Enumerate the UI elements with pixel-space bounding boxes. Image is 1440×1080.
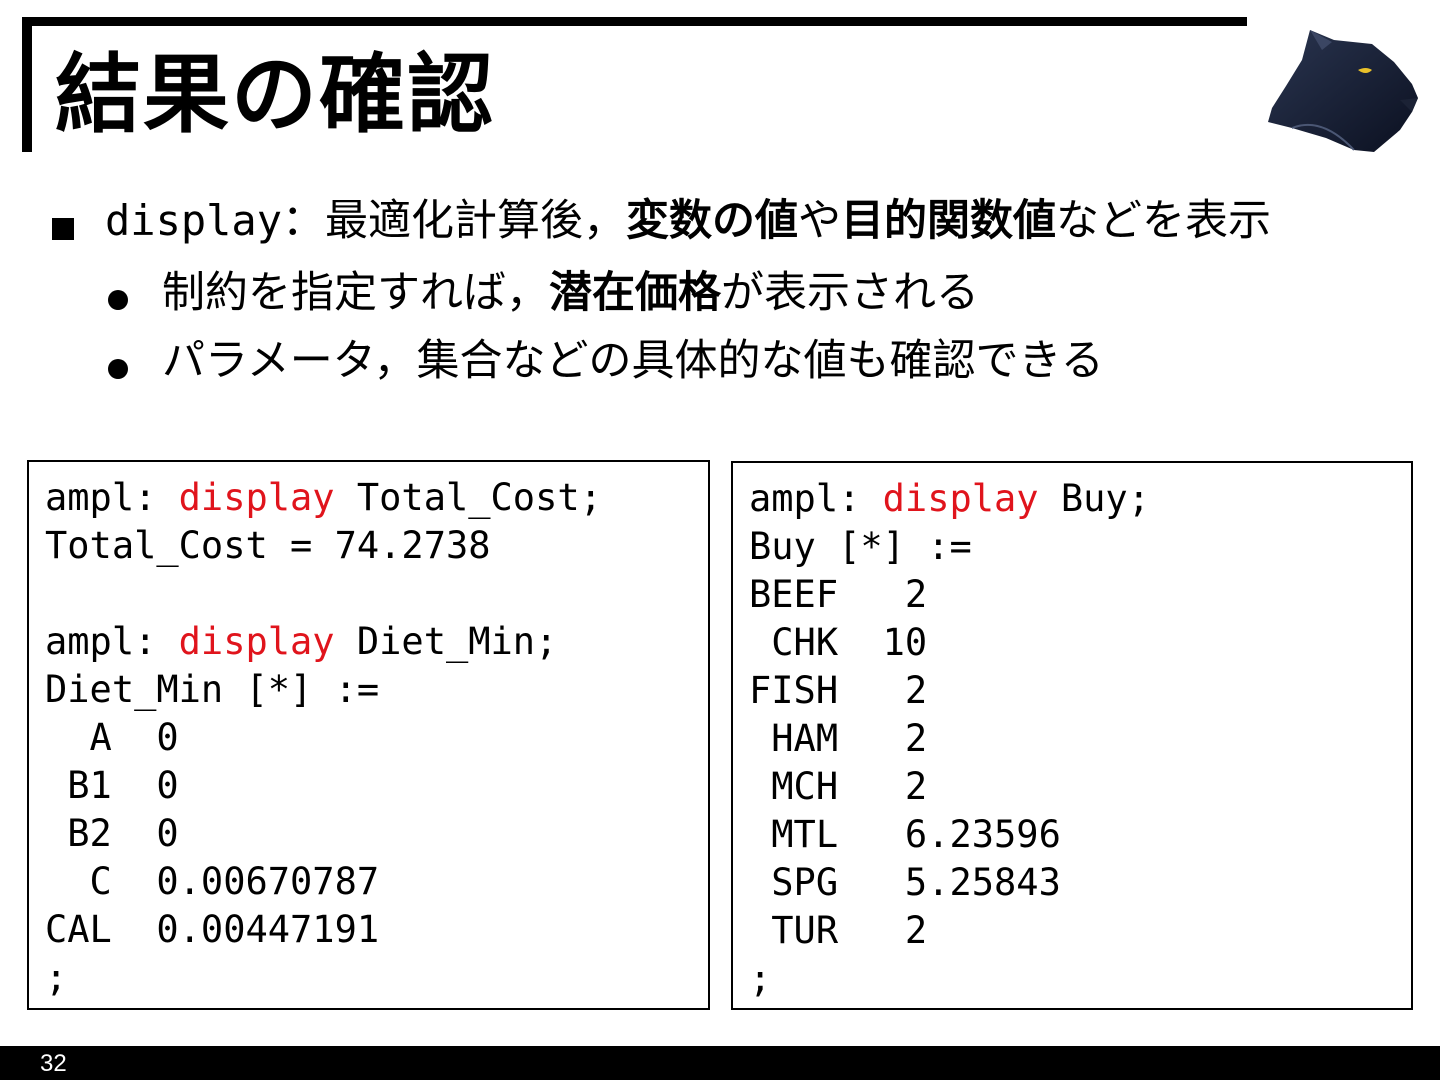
code-box-right: ampl: display Buy; Buy [*] := BEEF 2 CHK 1…: [731, 461, 1413, 1010]
code-line: A 0: [45, 716, 179, 759]
code-line: ampl: display Diet_Min;: [45, 618, 708, 666]
code-prompt: ampl:: [45, 620, 179, 663]
bullet1-text-c: などを表示: [1056, 196, 1272, 246]
code-keyword: display: [178, 476, 335, 519]
bullet-dot-marker: [108, 359, 128, 379]
panther-head-icon: [1268, 30, 1418, 152]
sub-bullet-parameters: パラメータ，集合などの具体的な値も確認できる: [162, 336, 1104, 388]
bullet1-text-a: 最適化計算後，: [325, 196, 627, 246]
code-line: MCH 2: [749, 765, 928, 808]
code-line: SPG 5.25843: [749, 861, 1061, 904]
code-line: Diet_Min [*] :=: [45, 668, 380, 711]
sub-bullet-shadow-price: 制約を指定すれば，潜在価格が表示される: [162, 268, 979, 320]
bullet1-sep: ：: [282, 196, 326, 246]
code-line: BEEF 2: [749, 573, 928, 616]
title-frame-top: [22, 17, 1247, 26]
code-prompt: ampl:: [749, 477, 883, 520]
bullet1-text-b: や: [798, 196, 842, 246]
code-text: Diet_Min;: [334, 620, 558, 663]
code-prompt: ampl:: [45, 476, 179, 519]
bullet-dot-marker: [108, 290, 128, 310]
code-keyword: display: [178, 620, 335, 663]
code-text: Total_Cost;: [334, 476, 602, 519]
code-line: B2 0: [45, 812, 179, 855]
code-text: Buy;: [1038, 477, 1150, 520]
code-line: ampl: display Buy;: [749, 475, 1411, 523]
bullet-square-marker: [52, 218, 74, 240]
code-display: display: [105, 196, 283, 245]
code-line: TUR 2: [749, 909, 928, 952]
page-title: 結果の確認: [55, 45, 495, 145]
bullet1-bold-a: 変数の値: [626, 196, 799, 246]
code-box-left: ampl: display Total_Cost; Total_Cost = 74…: [27, 460, 710, 1010]
footer-bar: [0, 1046, 1440, 1080]
code-line: ampl: display Total_Cost;: [45, 474, 708, 522]
code-line: ;: [749, 957, 772, 1000]
bullet2-bold: 潜在価格: [549, 268, 721, 318]
bullet-display-description: display：最適化計算後，変数の値や目的関数値などを表示: [105, 196, 1271, 248]
code-keyword: display: [882, 477, 1039, 520]
code-line: FISH 2: [749, 669, 928, 712]
bullet2-text-b: が表示される: [721, 268, 979, 318]
code-line: CAL 0.00447191: [45, 908, 380, 951]
title-frame-left: [22, 17, 32, 152]
bullet2-text-a: 制約を指定すれば，: [162, 268, 549, 318]
code-line: Total_Cost = 74.2738: [45, 524, 491, 567]
code-line: MTL 6.23596: [749, 813, 1061, 856]
code-line: HAM 2: [749, 717, 928, 760]
code-line: B1 0: [45, 764, 179, 807]
bullet3-text: パラメータ，集合などの具体的な値も確認できる: [162, 336, 1104, 386]
page-number: 32: [40, 1050, 67, 1077]
code-line: Buy [*] :=: [749, 525, 972, 568]
code-line: CHK 10: [749, 621, 928, 664]
bullet1-bold-b: 目的関数値: [841, 196, 1057, 246]
code-line: C 0.00670787: [45, 860, 380, 903]
code-line: ;: [45, 956, 68, 999]
